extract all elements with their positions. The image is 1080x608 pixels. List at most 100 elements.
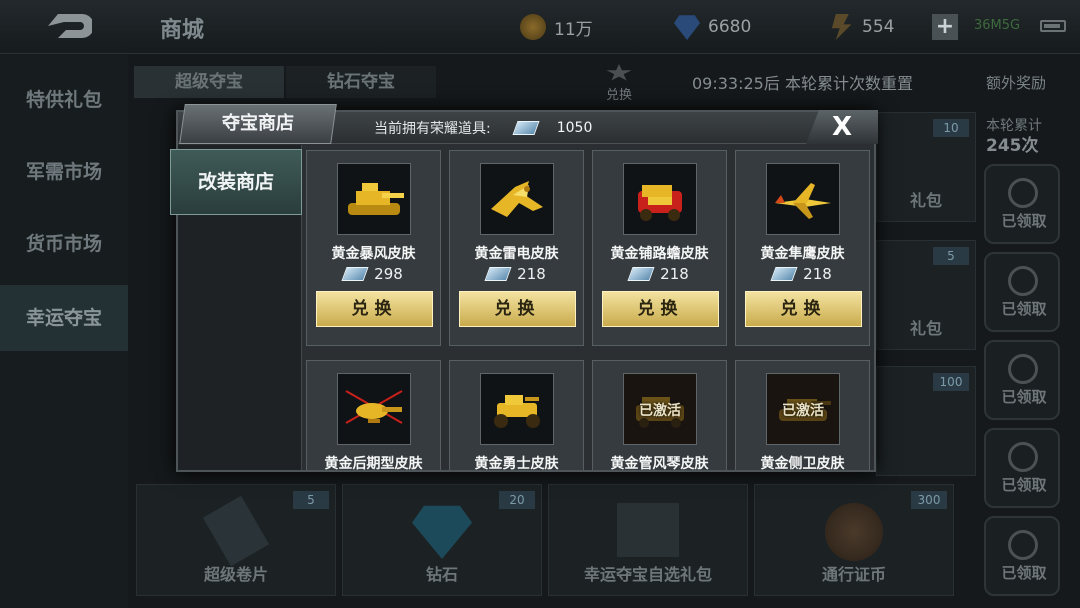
diamond-balance: 6680 xyxy=(674,14,751,40)
shop-category-list: 改装商店 xyxy=(170,145,302,470)
activated-label: 已激活 xyxy=(639,403,681,419)
close-button[interactable]: X xyxy=(806,110,878,144)
gold-fighter-icon xyxy=(766,163,840,235)
round-total-label: 本轮累计 xyxy=(986,118,1042,134)
star-icon xyxy=(606,64,632,81)
bg-prize-card: 100 xyxy=(876,366,976,476)
honor-ticket-icon xyxy=(512,121,540,135)
gold-jet-icon xyxy=(480,163,554,235)
item-name: 黄金侧卫皮肤 xyxy=(760,456,845,470)
energy-balance: 554 xyxy=(828,14,894,40)
tab-diamond-draw[interactable]: 钻石夺宝 xyxy=(286,66,436,98)
dialog-header: 夺宝商店 当前拥有荣耀道具: 1050 X xyxy=(178,104,878,144)
item-name: 黄金铺路蟾皮肤 xyxy=(610,246,709,262)
honor-ticket-icon xyxy=(627,267,655,281)
gold-rocket-truck-icon: 已激活 xyxy=(623,373,697,445)
reset-timer: 09:33:25后 本轮累计次数重置 xyxy=(692,74,913,93)
exchange-button[interactable]: 兑换 xyxy=(602,291,719,327)
honor-amount: 1050 xyxy=(556,120,593,136)
round-total-value: 245次 xyxy=(986,136,1039,156)
shop-item-card: 黄金隼鹰皮肤 218 兑换 xyxy=(735,150,870,346)
gold-helicopter-icon xyxy=(337,373,411,445)
item-price: 218 xyxy=(593,265,726,283)
tab-super-draw[interactable]: 超级夺宝 xyxy=(134,66,284,98)
bg-prize-card: 20 钻石 xyxy=(342,484,542,596)
back-button[interactable] xyxy=(44,10,94,42)
page-title: 商城 xyxy=(160,18,205,43)
game-shop-screen: 商城 11万 6680 554 + 36M5G 特供礼包 军需市场 货币市场 幸… xyxy=(0,0,1080,608)
shop-item-card: 黄金勇士皮肤 xyxy=(449,360,584,470)
exchange-shortcut-label: 兑换 xyxy=(605,88,632,103)
honor-label: 当前拥有荣耀道具: xyxy=(374,121,491,137)
check-icon xyxy=(1008,530,1038,560)
shop-item-card: 已激活 黄金管风琴皮肤 xyxy=(592,360,727,470)
activated-label: 已激活 xyxy=(782,403,824,419)
dialog-title: 夺宝商店 xyxy=(222,113,294,134)
bg-prize-card: 10 礼包 xyxy=(876,112,976,222)
check-icon xyxy=(1008,354,1038,384)
honor-ticket-icon xyxy=(341,267,369,281)
card-chip-icon xyxy=(202,495,270,567)
back-arrow-icon xyxy=(48,14,94,38)
item-price: 298 xyxy=(307,265,440,283)
nav-item-lucky-draw[interactable]: 幸运夺宝 xyxy=(0,285,128,351)
claimed-reward-3: 已领取 xyxy=(984,340,1060,420)
gold-tank-icon xyxy=(337,163,411,235)
exchange-button[interactable]: 兑换 xyxy=(316,291,433,327)
item-price: 218 xyxy=(736,265,869,283)
item-name: 黄金雷电皮肤 xyxy=(474,246,559,262)
battery-icon xyxy=(1040,20,1066,32)
shop-item-card: 已激活 黄金侧卫皮肤 xyxy=(735,360,870,470)
exchange-button[interactable]: 兑换 xyxy=(745,291,862,327)
energy-icon xyxy=(831,14,852,40)
coin-icon xyxy=(520,14,546,40)
shop-item-card: 黄金暴风皮肤 298 兑换 xyxy=(306,150,441,346)
claimed-reward-4: 已领取 xyxy=(984,428,1060,508)
diamond-icon xyxy=(412,505,472,559)
item-name: 黄金隼鹰皮肤 xyxy=(760,246,845,262)
item-price: 218 xyxy=(450,265,583,283)
item-name: 黄金暴风皮肤 xyxy=(331,246,416,262)
bg-prize-card: 300 通行证币 xyxy=(754,484,954,596)
gift-box-icon xyxy=(617,503,679,557)
treasure-shop-dialog: 夺宝商店 当前拥有荣耀道具: 1050 X 改装商店 黄金暴风皮肤 298 兑换 xyxy=(170,104,878,472)
exchange-button[interactable]: 兑换 xyxy=(459,291,576,327)
bg-prize-card: 幸运夺宝自选礼包 xyxy=(548,484,748,596)
item-name: 黄金后期型皮肤 xyxy=(324,456,423,470)
claimed-reward-5: 已领取 xyxy=(984,516,1060,596)
coin-balance: 11万 xyxy=(520,14,593,40)
check-icon xyxy=(1008,266,1038,296)
coin-amount: 11万 xyxy=(554,19,593,40)
honor-balance: 当前拥有荣耀道具: 1050 xyxy=(374,118,592,138)
item-grid: 黄金暴风皮肤 298 兑换 黄金雷电皮肤 218 兑换 黄金铺路蟾皮肤 218 … xyxy=(306,150,872,470)
tab-mod-shop[interactable]: 改装商店 xyxy=(170,149,302,215)
item-name: 黄金管风琴皮肤 xyxy=(610,456,709,470)
diamond-amount: 6680 xyxy=(708,17,752,37)
check-icon xyxy=(1008,178,1038,208)
energy-amount: 554 xyxy=(862,17,895,37)
bg-prize-card: 5 超级卷片 xyxy=(136,484,336,596)
exchange-shortcut-button[interactable]: 兑换 xyxy=(598,64,640,104)
add-currency-button[interactable]: + xyxy=(932,14,958,40)
gold-buggy-icon xyxy=(480,373,554,445)
shop-item-card: 黄金后期型皮肤 xyxy=(306,360,441,470)
dialog-title-tab: 夺宝商店 xyxy=(179,104,337,144)
bg-prize-card: 5 礼包 xyxy=(876,240,976,350)
nav-item-currency-market[interactable]: 货币市场 xyxy=(0,211,128,277)
gold-guard-tank-icon: 已激活 xyxy=(766,373,840,445)
top-bar: 商城 11万 6680 554 + 36M5G xyxy=(0,0,1080,54)
pass-coin-icon xyxy=(825,503,883,561)
check-icon xyxy=(1008,442,1038,472)
left-nav: 特供礼包 军需市场 货币市场 幸运夺宝 xyxy=(0,55,128,608)
honor-ticket-icon xyxy=(770,267,798,281)
diamond-icon xyxy=(674,15,700,40)
honor-ticket-icon xyxy=(484,267,512,281)
nav-item-military-market[interactable]: 军需市场 xyxy=(0,139,128,205)
claimed-reward-2: 已领取 xyxy=(984,252,1060,332)
shop-item-card: 黄金铺路蟾皮肤 218 兑换 xyxy=(592,150,727,346)
network-status: 36M5G xyxy=(974,18,1021,33)
extra-reward-label: 额外奖励 xyxy=(986,74,1047,92)
nav-item-special-gifts[interactable]: 特供礼包 xyxy=(0,67,128,133)
item-name: 黄金勇士皮肤 xyxy=(474,456,559,470)
round-total: 本轮累计 245次 xyxy=(986,116,1042,156)
